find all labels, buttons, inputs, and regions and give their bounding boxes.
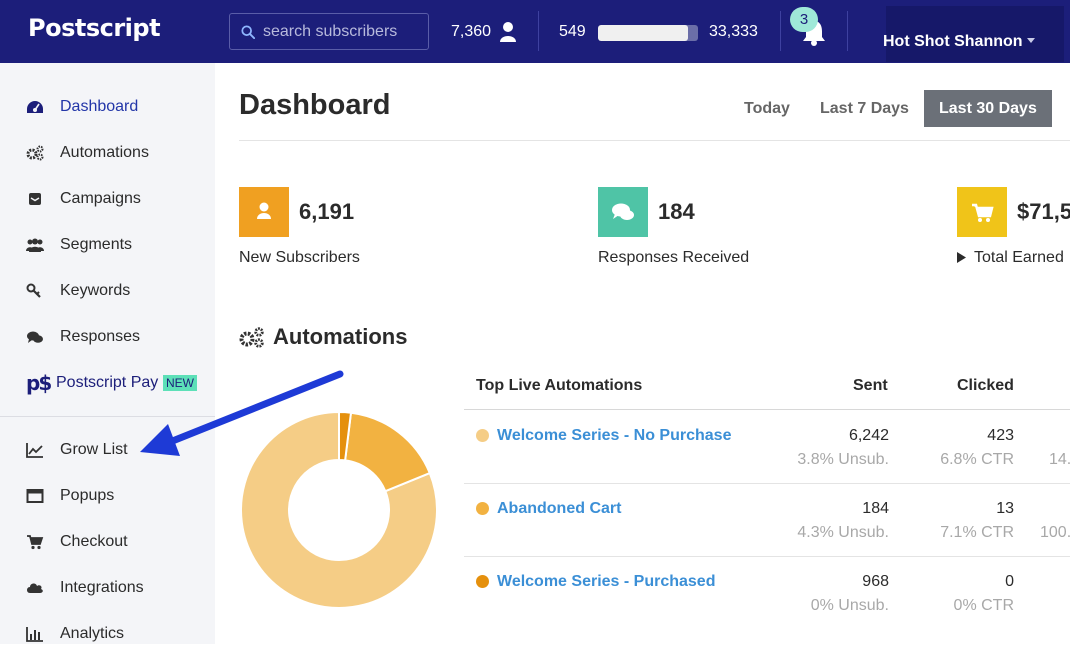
- sidebar-item-label: Integrations: [60, 579, 144, 596]
- automation-name-link[interactable]: Abandoned Cart: [497, 500, 621, 518]
- ctr-value: 0% CTR: [953, 597, 1014, 614]
- annotation-arrow: [140, 370, 344, 456]
- truncated-value: 100.: [1040, 524, 1070, 541]
- truncated-value: 14.: [1049, 451, 1070, 468]
- search-box[interactable]: [229, 13, 429, 50]
- sidebar-item-label: Keywords: [60, 282, 131, 299]
- sidebar-item-responses[interactable]: Responses: [0, 322, 215, 352]
- page-title: Dashboard: [239, 89, 391, 121]
- unsub-rate: 0% Unsub.: [810, 597, 889, 614]
- subscriber-count: 7,360: [451, 23, 492, 40]
- sidebar: Dashboard Automations Campaigns Segments…: [0, 63, 215, 644]
- credits-total: 33,333: [709, 23, 758, 40]
- series-color-dot: [476, 502, 489, 515]
- sidebar-item-label: Dashboard: [60, 98, 139, 115]
- top-bar: Postscript 7,360 549 33,333 3 Hot Shot S…: [0, 0, 1070, 63]
- title-divider: [239, 140, 1070, 141]
- range-last-7-days-button[interactable]: Last 7 Days: [820, 90, 909, 127]
- sent-value: 968: [862, 573, 889, 590]
- credits-progress-fill: [598, 25, 688, 41]
- chevron-down-icon[interactable]: [1027, 38, 1035, 43]
- header-divider: [538, 11, 539, 51]
- sidebar-item-integrations[interactable]: Integrations: [0, 573, 215, 603]
- kpi-responses-icon-box: [598, 187, 648, 237]
- sidebar-item-label: Automations: [60, 144, 149, 161]
- header-divider: [780, 11, 781, 51]
- chat-icon: [612, 203, 634, 220]
- postscript-logo[interactable]: Postscript: [28, 14, 161, 42]
- series-color-dot: [476, 575, 489, 588]
- ctr-value: 7.1% CTR: [940, 524, 1014, 541]
- kpi-total-earned-value: $71,5: [1017, 199, 1070, 224]
- kpi-responses-label: Responses Received: [598, 249, 750, 266]
- sidebar-item-label: Analytics: [60, 625, 125, 642]
- gears-icon: [239, 327, 264, 348]
- sidebar-item-label: Checkout: [60, 533, 128, 550]
- sent-value: 6,242: [848, 427, 889, 444]
- key-icon: [26, 283, 41, 298]
- automations-section-title: Automations: [273, 324, 408, 349]
- cart-icon: [27, 535, 44, 550]
- sidebar-item-label: Grow List: [60, 441, 128, 458]
- sidebar-item-dashboard[interactable]: Dashboard: [0, 92, 215, 122]
- kpi-new-subscribers-label: New Subscribers: [239, 249, 360, 266]
- notification-badge[interactable]: 3: [790, 7, 818, 32]
- clicked-value: 0: [1005, 573, 1014, 590]
- sidebar-item-automations[interactable]: Automations: [0, 138, 215, 168]
- kpi-new-subscribers-icon-box: [239, 187, 289, 237]
- user-menu[interactable]: Hot Shot Shannon: [883, 6, 1064, 62]
- sidebar-item-checkout[interactable]: Checkout: [0, 527, 215, 557]
- line-chart-icon: [26, 443, 43, 458]
- dashboard-gauge-icon: [27, 101, 43, 113]
- clicked-value: 13: [996, 500, 1014, 517]
- bar-chart-icon: [26, 627, 43, 642]
- user-name[interactable]: Hot Shot Shannon: [883, 33, 1023, 51]
- kpi-new-subscribers-value: 6,191: [299, 199, 355, 224]
- sent-value: 184: [862, 500, 889, 517]
- sidebar-item-label: Campaigns: [60, 190, 141, 207]
- credits-progress-bar: [598, 25, 698, 41]
- credits-used: 549: [559, 23, 586, 40]
- kpi-total-earned-icon-box: [957, 187, 1007, 237]
- row-divider: [464, 483, 1070, 484]
- table-header-clicked[interactable]: Clicked: [957, 377, 1014, 395]
- sidebar-item-label: Responses: [60, 328, 141, 345]
- series-color-dot: [476, 429, 489, 442]
- caret-right-icon[interactable]: [957, 252, 966, 263]
- kpi-responses-value: 184: [658, 199, 695, 224]
- cart-icon: [972, 203, 994, 222]
- user-icon: [500, 22, 516, 42]
- sidebar-item-keywords[interactable]: Keywords: [0, 276, 215, 306]
- automation-name-link[interactable]: Welcome Series - No Purchase: [497, 427, 731, 445]
- cloud-icon: [27, 583, 43, 593]
- unsub-rate: 3.8% Unsub.: [797, 451, 889, 468]
- postscript-pay-logo: p$: [26, 371, 52, 395]
- gears-icon: [26, 145, 44, 161]
- users-icon: [26, 238, 44, 252]
- row-divider: [464, 556, 1070, 557]
- table-header-name: Top Live Automations: [476, 377, 643, 394]
- envelope-icon: [29, 193, 41, 205]
- sidebar-item-label: Segments: [60, 236, 133, 253]
- sidebar-item-analytics[interactable]: Analytics: [0, 619, 215, 649]
- sidebar-item-label: Popups: [60, 487, 115, 504]
- automation-name-link[interactable]: Welcome Series - Purchased: [497, 573, 715, 591]
- user-icon: [257, 202, 271, 219]
- clicked-value: 423: [987, 427, 1014, 444]
- table-header-divider: [464, 409, 1070, 410]
- search-icon: [241, 24, 255, 39]
- window-icon: [26, 489, 44, 503]
- kpi-total-earned-label[interactable]: Total Earned: [974, 249, 1064, 267]
- sidebar-item-campaigns[interactable]: Campaigns: [0, 184, 215, 214]
- table-header-sent[interactable]: Sent: [853, 377, 888, 395]
- header-divider: [847, 11, 848, 51]
- range-last-30-days-button[interactable]: Last 30 Days: [924, 90, 1052, 127]
- search-input[interactable]: [263, 22, 423, 41]
- range-today-button[interactable]: Today: [744, 90, 790, 127]
- sidebar-item-popups[interactable]: Popups: [0, 481, 215, 511]
- ctr-value: 6.8% CTR: [940, 451, 1014, 468]
- sidebar-item-segments[interactable]: Segments: [0, 230, 215, 260]
- chat-bubbles-icon: [27, 331, 43, 343]
- unsub-rate: 4.3% Unsub.: [797, 524, 889, 541]
